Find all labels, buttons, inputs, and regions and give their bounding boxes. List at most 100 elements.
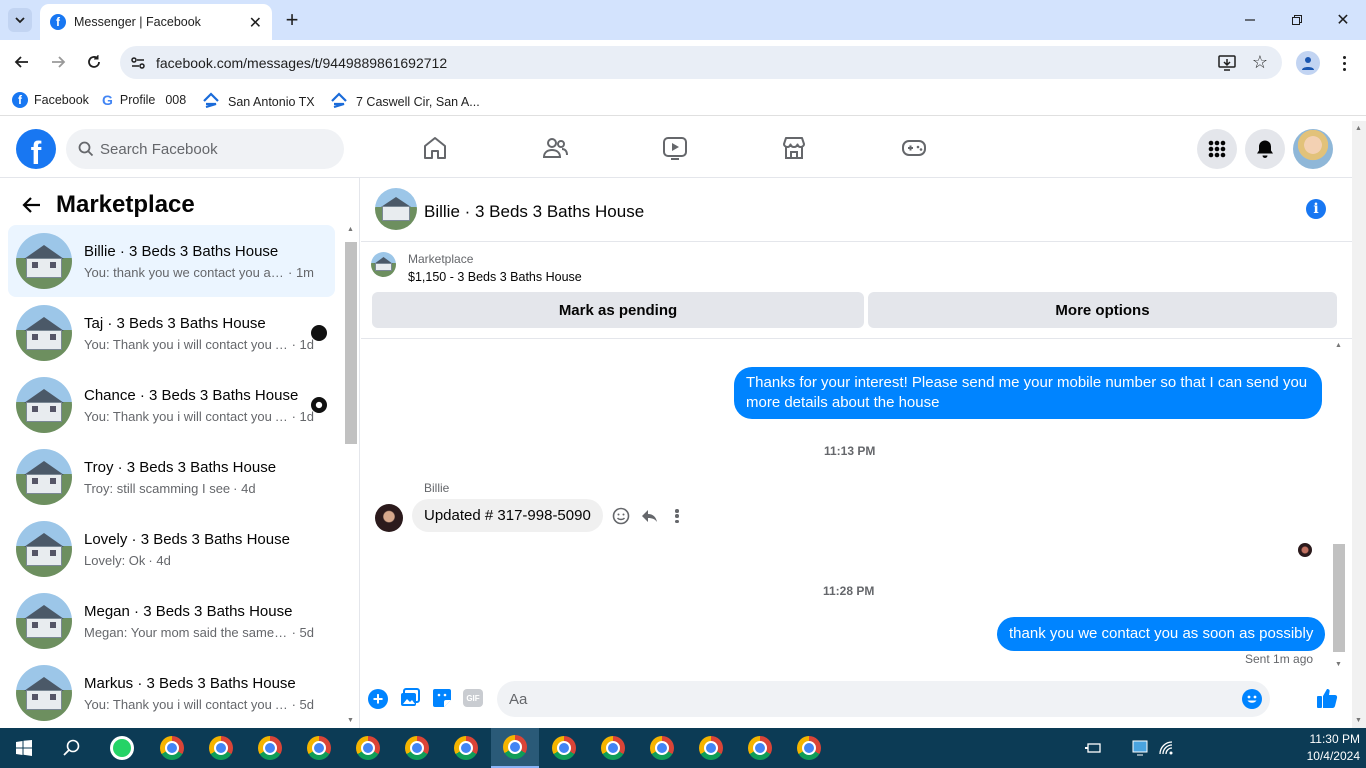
conversation-item[interactable]: Markus · 3 Beds 3 Baths House You: Thank… [8,657,335,729]
conversation-item[interactable]: Taj · 3 Beds 3 Baths House You: Thank yo… [8,297,335,369]
display-icon[interactable] [1132,740,1148,759]
tab-close-icon[interactable]: ✕ [249,13,262,33]
incoming-message[interactable]: Updated # 317-998-5090 [412,499,603,532]
info-icon[interactable]: i [1306,199,1326,219]
conversation-item[interactable]: Megan · 3 Beds 3 Baths House Megan: Your… [8,585,335,657]
watch-icon[interactable] [662,135,690,163]
tab-search-icon[interactable] [8,8,32,32]
chrome-icon[interactable] [687,728,735,768]
panel-title: Marketplace [56,191,195,218]
home-icon[interactable] [422,135,450,163]
conversation-item[interactable]: Chance · 3 Beds 3 Baths House You: Thank… [8,369,335,441]
search-icon[interactable] [48,728,96,768]
emoji-icon[interactable] [1242,689,1262,713]
user-avatar[interactable] [1293,129,1333,169]
profile-icon[interactable] [1296,51,1320,75]
reply-icon[interactable] [640,507,658,528]
house-thumbnail [16,233,72,289]
back-icon[interactable] [10,50,34,74]
battery-icon[interactable] [1084,741,1102,758]
chrome-icon[interactable] [393,728,441,768]
bookmark-profile[interactable]: G Profile 008 [102,92,186,108]
gif-icon[interactable]: GIF [463,689,483,707]
chat-avatar[interactable] [375,188,417,230]
chrome-icon[interactable] [148,728,196,768]
bookmark-facebook[interactable]: f Facebook [12,92,89,108]
chrome-icon[interactable] [246,728,294,768]
bookmark-caswell[interactable]: 7 Caswell Cir, San A... [330,92,480,111]
close-window-icon[interactable]: ✕ [1331,8,1355,32]
chrome-icon[interactable] [638,728,686,768]
back-arrow-icon[interactable] [22,196,42,217]
zillow-icon [202,92,220,111]
listing-label: Marketplace [408,252,474,266]
more-actions-icon[interactable] [675,509,679,523]
browser-menu-icon[interactable] [1336,51,1352,75]
minimize-window-icon[interactable] [1238,8,1262,32]
facebook-top-nav: f Search Facebook [0,121,1352,178]
outgoing-message[interactable]: thank you we contact you as soon as poss… [997,617,1326,651]
conversation-time: · 1m [288,264,314,280]
chat-scrollbar[interactable]: ▲ ▼ [1332,342,1346,668]
conversation-time: · 1d [291,408,314,424]
menu-grid-icon[interactable] [1197,129,1237,169]
windows-start-icon[interactable] [0,728,48,768]
bookmark-star-icon[interactable]: ☆ [1252,52,1268,73]
reload-icon[interactable] [82,50,106,74]
new-tab-icon[interactable]: + [282,7,302,32]
address-bar[interactable]: facebook.com/messages/t/9449889861692712… [120,46,1282,79]
message-input[interactable]: Aa [497,681,1270,717]
clock[interactable]: 11:30 PM 10/4/2024 [1290,731,1360,765]
conversation-item[interactable]: Billie · 3 Beds 3 Baths House You: thank… [8,225,335,297]
browser-tab-messenger[interactable]: f Messenger | Facebook ✕ [40,4,272,40]
conversation-list-scrollbar[interactable]: ▲ ▼ [344,226,358,724]
chrome-icon-active[interactable] [491,728,539,768]
react-emoji-icon[interactable] [612,507,630,528]
conversation-time: · 4d [233,480,256,496]
forward-icon[interactable] [46,50,70,74]
notifications-bell-icon[interactable] [1245,129,1285,169]
page-scrollbar[interactable]: ▲ ▼ [1352,121,1366,728]
conversation-name: Markus · 3 Beds 3 Baths House [84,674,296,692]
chrome-icon[interactable] [344,728,392,768]
wifi-icon[interactable] [1158,740,1176,759]
url-text[interactable]: facebook.com/messages/t/9449889861692712 [156,55,447,71]
tab-title: Messenger | Facebook [74,15,201,29]
site-info-icon[interactable] [130,55,146,74]
sender-name: Billie [424,481,450,495]
install-app-icon[interactable] [1218,54,1236,75]
friends-icon[interactable] [542,135,570,163]
bookmark-san-antonio[interactable]: San Antonio TX [202,92,315,111]
chrome-icon[interactable] [785,728,833,768]
search-input[interactable]: Search Facebook [66,129,344,169]
add-more-icon[interactable]: + [368,689,388,709]
chrome-icon[interactable] [442,728,490,768]
conversation-item[interactable]: Troy · 3 Beds 3 Baths House Troy: still … [8,441,335,513]
marketplace-icon[interactable] [781,135,809,163]
chrome-icon[interactable] [295,728,343,768]
facebook-logo-icon[interactable]: f [16,129,56,169]
more-options-button[interactable]: More options [868,292,1337,328]
conversation-time: · 1d [291,336,314,352]
chrome-icon[interactable] [540,728,588,768]
restore-window-icon[interactable] [1285,8,1309,32]
zillow-icon [330,92,348,111]
listing-price-title[interactable]: $1,150 - 3 Beds 3 Baths House [408,270,582,284]
listing-thumbnail[interactable] [371,252,396,277]
whatsapp-icon[interactable] [98,728,146,768]
gaming-icon[interactable] [901,135,929,163]
like-thumb-icon[interactable] [1316,687,1338,712]
attach-photo-icon[interactable] [400,688,420,711]
browser-tab-strip: f Messenger | Facebook ✕ + ✕ [0,0,1366,40]
outgoing-message[interactable]: Thanks for your interest! Please send me… [734,367,1322,419]
chrome-icon[interactable] [197,728,245,768]
read-receipt-avatar [311,325,327,341]
chat-title[interactable]: Billie · 3 Beds 3 Baths House [424,202,644,222]
mark-as-pending-button[interactable]: Mark as pending [372,292,864,328]
chrome-icon[interactable] [589,728,637,768]
sender-avatar[interactable] [375,504,403,532]
chrome-icon[interactable] [736,728,784,768]
sticker-icon[interactable] [432,688,452,711]
marketplace-conversations-panel: Marketplace Billie · 3 Beds 3 Baths Hous… [0,178,360,728]
conversation-item[interactable]: Lovely · 3 Beds 3 Baths House Lovely: Ok… [8,513,335,585]
